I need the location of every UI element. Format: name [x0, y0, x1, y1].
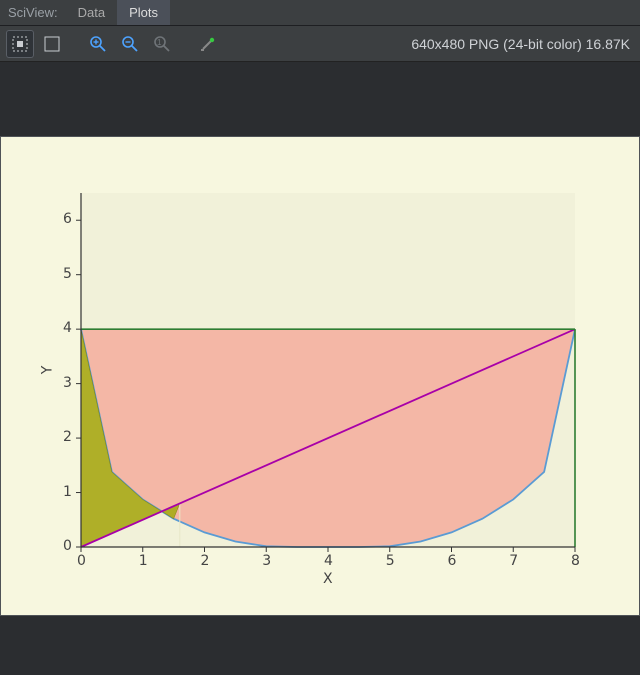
- x-axis-label: X: [323, 571, 333, 587]
- panel-title: SciView:: [0, 0, 66, 25]
- x-tick-label: 3: [262, 553, 271, 569]
- y-tick-label: 3: [63, 375, 71, 391]
- x-tick-label: 5: [386, 553, 395, 569]
- figure-canvas: 0 1 2 3 4 5 6 7 8 0 1 2 3 4 5 6 X Y: [0, 136, 640, 616]
- svg-text:1: 1: [157, 38, 162, 47]
- y-tick-label: 2: [63, 429, 71, 445]
- x-tick-label: 2: [201, 553, 210, 569]
- actual-size-button[interactable]: [38, 30, 66, 58]
- x-tick-label: 0: [77, 553, 86, 569]
- x-tick-label: 4: [324, 553, 333, 569]
- y-tick-label: 5: [63, 266, 71, 282]
- tab-plots[interactable]: Plots: [117, 0, 170, 25]
- fit-screen-icon: [12, 36, 28, 52]
- y-axis-label: Y: [39, 366, 55, 375]
- y-tick-label: 4: [63, 320, 71, 336]
- x-tick-label: 6: [448, 553, 457, 569]
- zoom-out-button[interactable]: [116, 30, 144, 58]
- zoom-out-icon: [121, 35, 139, 53]
- tab-bar: SciView: Data Plots: [0, 0, 640, 26]
- y-tick-label: 1: [63, 484, 71, 500]
- fit-screen-button[interactable]: [6, 30, 34, 58]
- plot-svg: [81, 193, 575, 547]
- color-picker-button[interactable]: [194, 30, 222, 58]
- actual-size-icon: [44, 36, 60, 52]
- zoom-in-icon: [89, 35, 107, 53]
- image-info-status: 640x480 PNG (24-bit color) 16.87K: [411, 36, 634, 52]
- x-tick-label: 1: [139, 553, 148, 569]
- zoom-in-button[interactable]: [84, 30, 112, 58]
- zoom-reset-icon: 1: [153, 35, 171, 53]
- zoom-reset-button[interactable]: 1: [148, 30, 176, 58]
- y-tick-label: 0: [63, 538, 71, 554]
- x-tick-label: 7: [509, 553, 518, 569]
- tab-data[interactable]: Data: [66, 0, 117, 25]
- axes: [81, 193, 575, 547]
- toolbar: 1 640x480 PNG (24-bit color) 16.87K: [0, 26, 640, 62]
- color-picker-icon: [199, 35, 217, 53]
- x-tick-label: 8: [571, 553, 580, 569]
- plot-viewport[interactable]: 0 1 2 3 4 5 6 7 8 0 1 2 3 4 5 6 X Y: [0, 62, 640, 675]
- y-tick-label: 6: [63, 211, 71, 227]
